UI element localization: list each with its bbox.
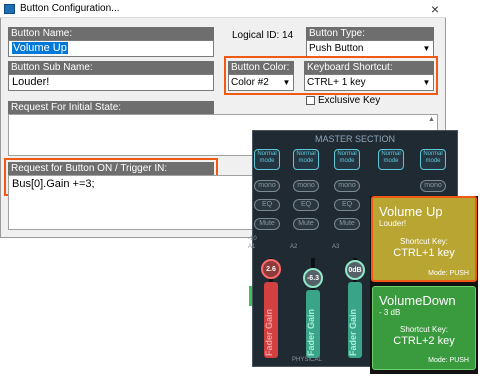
normal-mode-button[interactable]: Normal mode xyxy=(254,149,280,170)
chevron-down-icon: ▼ xyxy=(421,76,432,89)
button-sub-name-input[interactable]: Louder! xyxy=(8,74,214,91)
request-on-value: Bus[0].Gain +=3; xyxy=(12,178,95,190)
preview-title: Volume Up xyxy=(379,204,443,219)
preview-sub: - 3 dB xyxy=(379,308,401,317)
mono-button[interactable]: mono xyxy=(293,180,319,192)
mute-button[interactable]: Mute xyxy=(254,218,280,230)
button-name-value: Volume Up xyxy=(12,42,68,54)
preview-title: VolumeDown xyxy=(379,293,456,308)
preview-mode: Mode: PUSH xyxy=(428,357,469,364)
button-name-label: Button Name: xyxy=(8,27,214,40)
fader-knob[interactable]: 0dB xyxy=(345,260,365,280)
fader-label: Fader Gain xyxy=(348,308,358,356)
normal-mode-button[interactable]: Normal mode xyxy=(334,149,360,170)
window-title: Button Configuration... xyxy=(20,3,120,14)
preview-sub: Louder! xyxy=(379,219,407,228)
normal-mode-button[interactable]: Normal mode xyxy=(420,149,446,170)
button-color-select[interactable]: Color #2 ▼ xyxy=(228,74,294,91)
master-section-title: MASTER SECTION xyxy=(314,134,395,144)
eq-button[interactable]: EQ xyxy=(254,199,280,211)
level-meter xyxy=(249,286,252,306)
button-color-value: Color #2 xyxy=(231,77,269,88)
exclusive-key-label: Exclusive Key xyxy=(318,95,381,106)
mono-button[interactable]: mono xyxy=(420,180,446,192)
chevron-down-icon: ▼ xyxy=(421,42,432,55)
strip-label: A1 xyxy=(248,244,256,250)
fader-label: Fader Gain xyxy=(306,308,316,356)
normal-mode-button[interactable]: Normal mode xyxy=(378,149,404,170)
eq-button[interactable]: EQ xyxy=(293,199,319,211)
eq-button[interactable]: EQ xyxy=(334,199,360,211)
button-sub-name-label: Button Sub Name: xyxy=(8,61,214,74)
normal-mode-button[interactable]: Normal mode xyxy=(293,149,319,170)
button-type-value: Push Button xyxy=(309,43,364,54)
mono-button[interactable]: mono xyxy=(334,180,360,192)
strip-label: A2 xyxy=(290,244,298,250)
close-button[interactable]: × xyxy=(426,1,444,17)
preview-shortcut: CTRL+1 key xyxy=(393,247,455,259)
preview-shortcut-label: Shortcut Key: xyxy=(399,237,449,246)
button-type-select[interactable]: Push Button ▼ xyxy=(306,40,434,57)
fader-label: Fader Gain xyxy=(264,308,274,356)
preview-shortcut-label: Shortcut Key: xyxy=(399,325,449,334)
logical-id: Logical ID: 14 xyxy=(232,30,294,41)
exclusive-key-checkbox[interactable] xyxy=(306,96,315,105)
preview-mode: Mode: PUSH xyxy=(428,270,469,277)
chevron-down-icon: ▼ xyxy=(281,76,292,89)
mute-button[interactable]: Mute xyxy=(293,218,319,230)
button-type-label: Button Type: xyxy=(306,27,434,40)
preview-shortcut: CTRL+2 key xyxy=(393,335,455,347)
fader-knob[interactable]: -6.3 xyxy=(303,268,323,288)
request-on-label: Request for Button ON / Trigger IN: xyxy=(8,162,214,175)
button-name-input[interactable]: Volume Up xyxy=(8,40,214,57)
button-color-label: Button Color: xyxy=(228,61,294,74)
keyboard-shortcut-select[interactable]: CTRL+ 1 key ▼ xyxy=(304,74,434,91)
app-icon xyxy=(4,4,15,14)
request-on-textarea[interactable]: Bus[0].Gain +=3; xyxy=(8,175,254,230)
volume-down-preview-button[interactable]: VolumeDown - 3 dB Shortcut Key: CTRL+2 k… xyxy=(372,286,476,370)
scroll-up-icon[interactable]: ▲ xyxy=(428,116,435,123)
keyboard-shortcut-value: CTRL+ 1 key xyxy=(307,77,366,88)
request-initial-label: Request For Initial State: xyxy=(8,101,214,114)
fader-knob[interactable]: 2.6 xyxy=(261,259,281,279)
scale-label: -10 xyxy=(248,236,257,242)
volume-up-preview-button[interactable]: Volume Up Louder! Shortcut Key: CTRL+1 k… xyxy=(371,196,477,282)
strip-label: A3 xyxy=(332,244,340,250)
physical-label: PHYSICAL xyxy=(292,357,322,363)
keyboard-shortcut-label: Keyboard Shortcut: xyxy=(304,61,434,74)
mute-button[interactable]: Mute xyxy=(334,218,360,230)
mono-button[interactable]: mono xyxy=(254,180,280,192)
